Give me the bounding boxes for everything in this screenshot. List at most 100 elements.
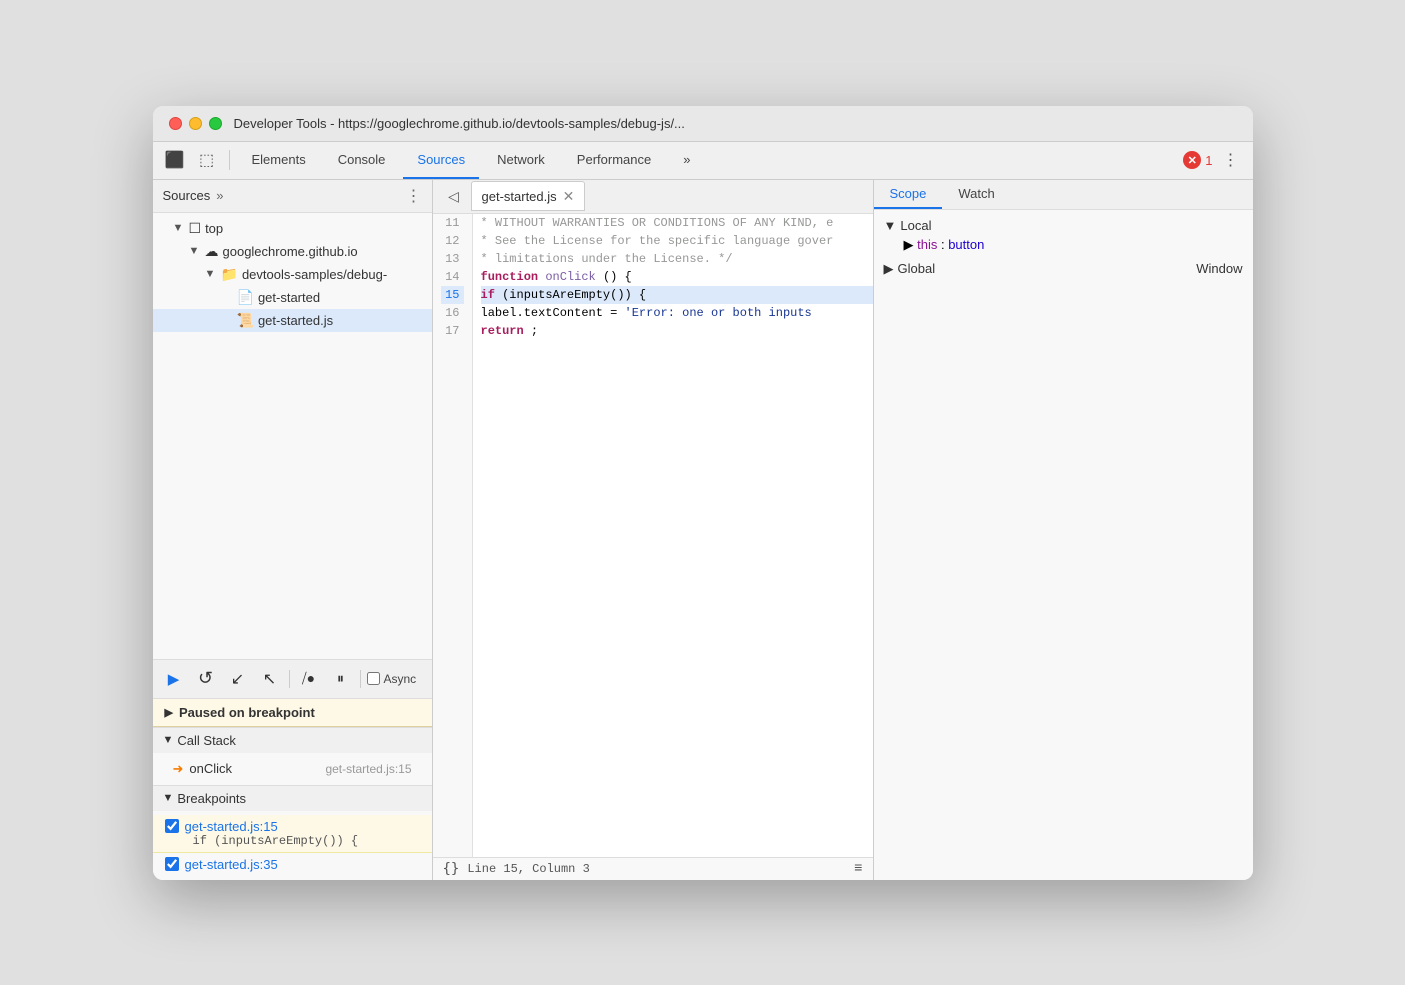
sources-panel-title: Sources	[163, 188, 211, 203]
scope-local-arrow-icon: ▼	[884, 218, 897, 233]
scope-local-this[interactable]: ▶ this : button	[884, 235, 1243, 255]
scope-local-section: ▼ Local ▶ this : button	[884, 216, 1243, 255]
step-into-button[interactable]: ↙	[225, 666, 251, 692]
paused-banner[interactable]: ▶ Paused on breakpoint	[153, 699, 432, 727]
window-title: Developer Tools - https://googlechrome.g…	[234, 116, 1237, 131]
code-line-16: label.textContent = 'Error: one or both …	[481, 304, 873, 322]
sources-panel-more[interactable]: »	[216, 188, 223, 203]
select-element-icon[interactable]: ⬛	[161, 146, 189, 174]
sources-panel-header: Sources » ⋮	[153, 180, 432, 213]
devtools-body: Sources » ⋮ ▼ ☐ top ▼ ☁ googlechrome.git…	[153, 180, 1253, 880]
code-tab-close-icon[interactable]: ✕	[563, 188, 575, 205]
code-line-14: function onClick () {	[481, 268, 873, 286]
debug-separator-2	[360, 670, 361, 688]
devtools-toolbar: ⬛ ⬚ Elements Console Sources Network Per…	[153, 142, 1253, 180]
tab-network[interactable]: Network	[483, 141, 559, 179]
file-tree: ▼ ☐ top ▼ ☁ googlechrome.github.io ▼ 📁 d…	[153, 213, 432, 659]
async-toggle[interactable]: Async	[367, 672, 417, 686]
format-icon[interactable]: {}	[443, 861, 460, 877]
async-checkbox[interactable]	[367, 672, 380, 685]
device-toggle-icon[interactable]: ⬚	[193, 146, 221, 174]
line-numbers: 11 12 13 14 15 16 17	[433, 214, 473, 857]
scope-local-header[interactable]: ▼ Local	[884, 216, 1243, 235]
tab-sources[interactable]: Sources	[403, 141, 479, 179]
code-lines: * WITHOUT WARRANTIES OR CONDITIONS OF AN…	[473, 214, 873, 857]
code-tab-js[interactable]: get-started.js ✕	[471, 181, 586, 211]
tree-item-domain[interactable]: ▼ ☁ googlechrome.github.io	[153, 240, 432, 263]
breakpoints-section: ▼ Breakpoints get-started.js:15 if (inpu…	[153, 785, 432, 880]
scope-content: ▼ Local ▶ this : button	[874, 210, 1253, 880]
code-line-15: if (inputsAreEmpty()) {	[481, 286, 873, 304]
debug-controls: ▶ ↺ ↙ ↖ ⧸● ⏸ Async	[153, 659, 432, 699]
tree-label-html: get-started	[258, 290, 320, 305]
tab-return-icon[interactable]: ◁	[441, 183, 467, 209]
minimize-button[interactable]	[189, 117, 202, 130]
scope-panel: Scope Watch ▼ Local ▶	[873, 180, 1253, 880]
line-num-13: 13	[441, 250, 464, 268]
breakpoint-checkbox-2[interactable]	[165, 857, 179, 871]
scope-local-title: Local	[900, 218, 931, 233]
error-count: 1	[1205, 153, 1212, 168]
call-stack-header[interactable]: ▼ Call Stack	[153, 728, 432, 753]
tree-arrow-top: ▼	[173, 222, 185, 234]
tree-item-js[interactable]: 📜 get-started.js	[153, 309, 432, 332]
tab-scope[interactable]: Scope	[874, 180, 943, 209]
call-stack-item[interactable]: ➜ onClick get-started.js:15	[153, 757, 432, 781]
tab-watch[interactable]: Watch	[942, 180, 1010, 209]
scope-value-this: button	[948, 237, 984, 252]
code-editor-panel: ◁ get-started.js ✕ 11 12 13 14 1	[433, 180, 873, 880]
call-stack-content: ➜ onClick get-started.js:15	[153, 753, 432, 785]
breakpoint-item-2: get-started.js:35	[153, 853, 432, 876]
tree-label-folder: devtools-samples/debug-	[242, 267, 387, 282]
step-over-button[interactable]: ↺	[193, 666, 219, 692]
code-content: 11 12 13 14 15 16 17 * WITHOUT WARRANTIE…	[433, 214, 873, 857]
call-stack-func: onClick	[189, 761, 232, 776]
step-out-button[interactable]: ↖	[257, 666, 283, 692]
code-line-17: return ;	[481, 322, 873, 340]
scope-global-value: Window	[1196, 261, 1242, 276]
code-area: 11 12 13 14 15 16 17 * WITHOUT WARRANTIE…	[433, 214, 873, 880]
tree-label-domain: googlechrome.github.io	[223, 244, 358, 259]
breakpoint-file-1: get-started.js:15	[185, 819, 278, 834]
cursor-position: Line 15, Column 3	[467, 862, 589, 876]
maximize-button[interactable]	[209, 117, 222, 130]
code-tabs: ◁ get-started.js ✕	[433, 180, 873, 214]
breakpoint-file-2: get-started.js:35	[185, 857, 278, 872]
domain-icon: ☁	[205, 243, 219, 260]
tab-more[interactable]: »	[669, 141, 704, 179]
tree-label-js: get-started.js	[258, 313, 333, 328]
breakpoint-checkbox-1[interactable]	[165, 819, 179, 833]
call-stack-arrow-icon: ▼	[163, 734, 174, 746]
line-num-11: 11	[441, 214, 464, 232]
deactivate-breakpoints-button[interactable]: ⧸●	[296, 666, 322, 692]
panel-menu-icon[interactable]: ⋮	[406, 186, 422, 206]
call-stack-arrow-icon: ➜	[173, 761, 184, 777]
tab-elements[interactable]: Elements	[238, 141, 320, 179]
devtools-window: Developer Tools - https://googlechrome.g…	[153, 106, 1253, 880]
scope-tabs: Scope Watch	[874, 180, 1253, 210]
js-file-icon: 📜	[237, 312, 254, 329]
folder-icon-top: ☐	[189, 220, 202, 237]
line-num-15: 15	[441, 286, 464, 304]
close-button[interactable]	[169, 117, 182, 130]
line-num-17: 17	[441, 322, 464, 340]
pause-exceptions-button[interactable]: ⏸	[328, 666, 354, 692]
tree-item-folder[interactable]: ▼ 📁 devtools-samples/debug-	[153, 263, 432, 286]
line-num-12: 12	[441, 232, 464, 250]
tab-performance[interactable]: Performance	[563, 141, 665, 179]
traffic-lights	[169, 117, 222, 130]
code-line-12: * See the License for the specific langu…	[481, 232, 873, 250]
scope-global-header[interactable]: ▶ Global Window	[884, 259, 1243, 279]
devtools-menu-icon[interactable]: ⋮	[1217, 146, 1245, 174]
breakpoint-row-1: get-started.js:15	[165, 819, 420, 834]
title-bar: Developer Tools - https://googlechrome.g…	[153, 106, 1253, 142]
tree-item-top[interactable]: ▼ ☐ top	[153, 217, 432, 240]
resume-button[interactable]: ▶	[161, 666, 187, 692]
code-tab-label: get-started.js	[482, 189, 557, 204]
breakpoints-title: Breakpoints	[177, 791, 246, 806]
breakpoints-header[interactable]: ▼ Breakpoints	[153, 786, 432, 811]
scope-key-this: this	[917, 237, 937, 252]
sources-panel: Sources » ⋮ ▼ ☐ top ▼ ☁ googlechrome.git…	[153, 180, 433, 880]
tree-item-html[interactable]: 📄 get-started	[153, 286, 432, 309]
tab-console[interactable]: Console	[324, 141, 400, 179]
